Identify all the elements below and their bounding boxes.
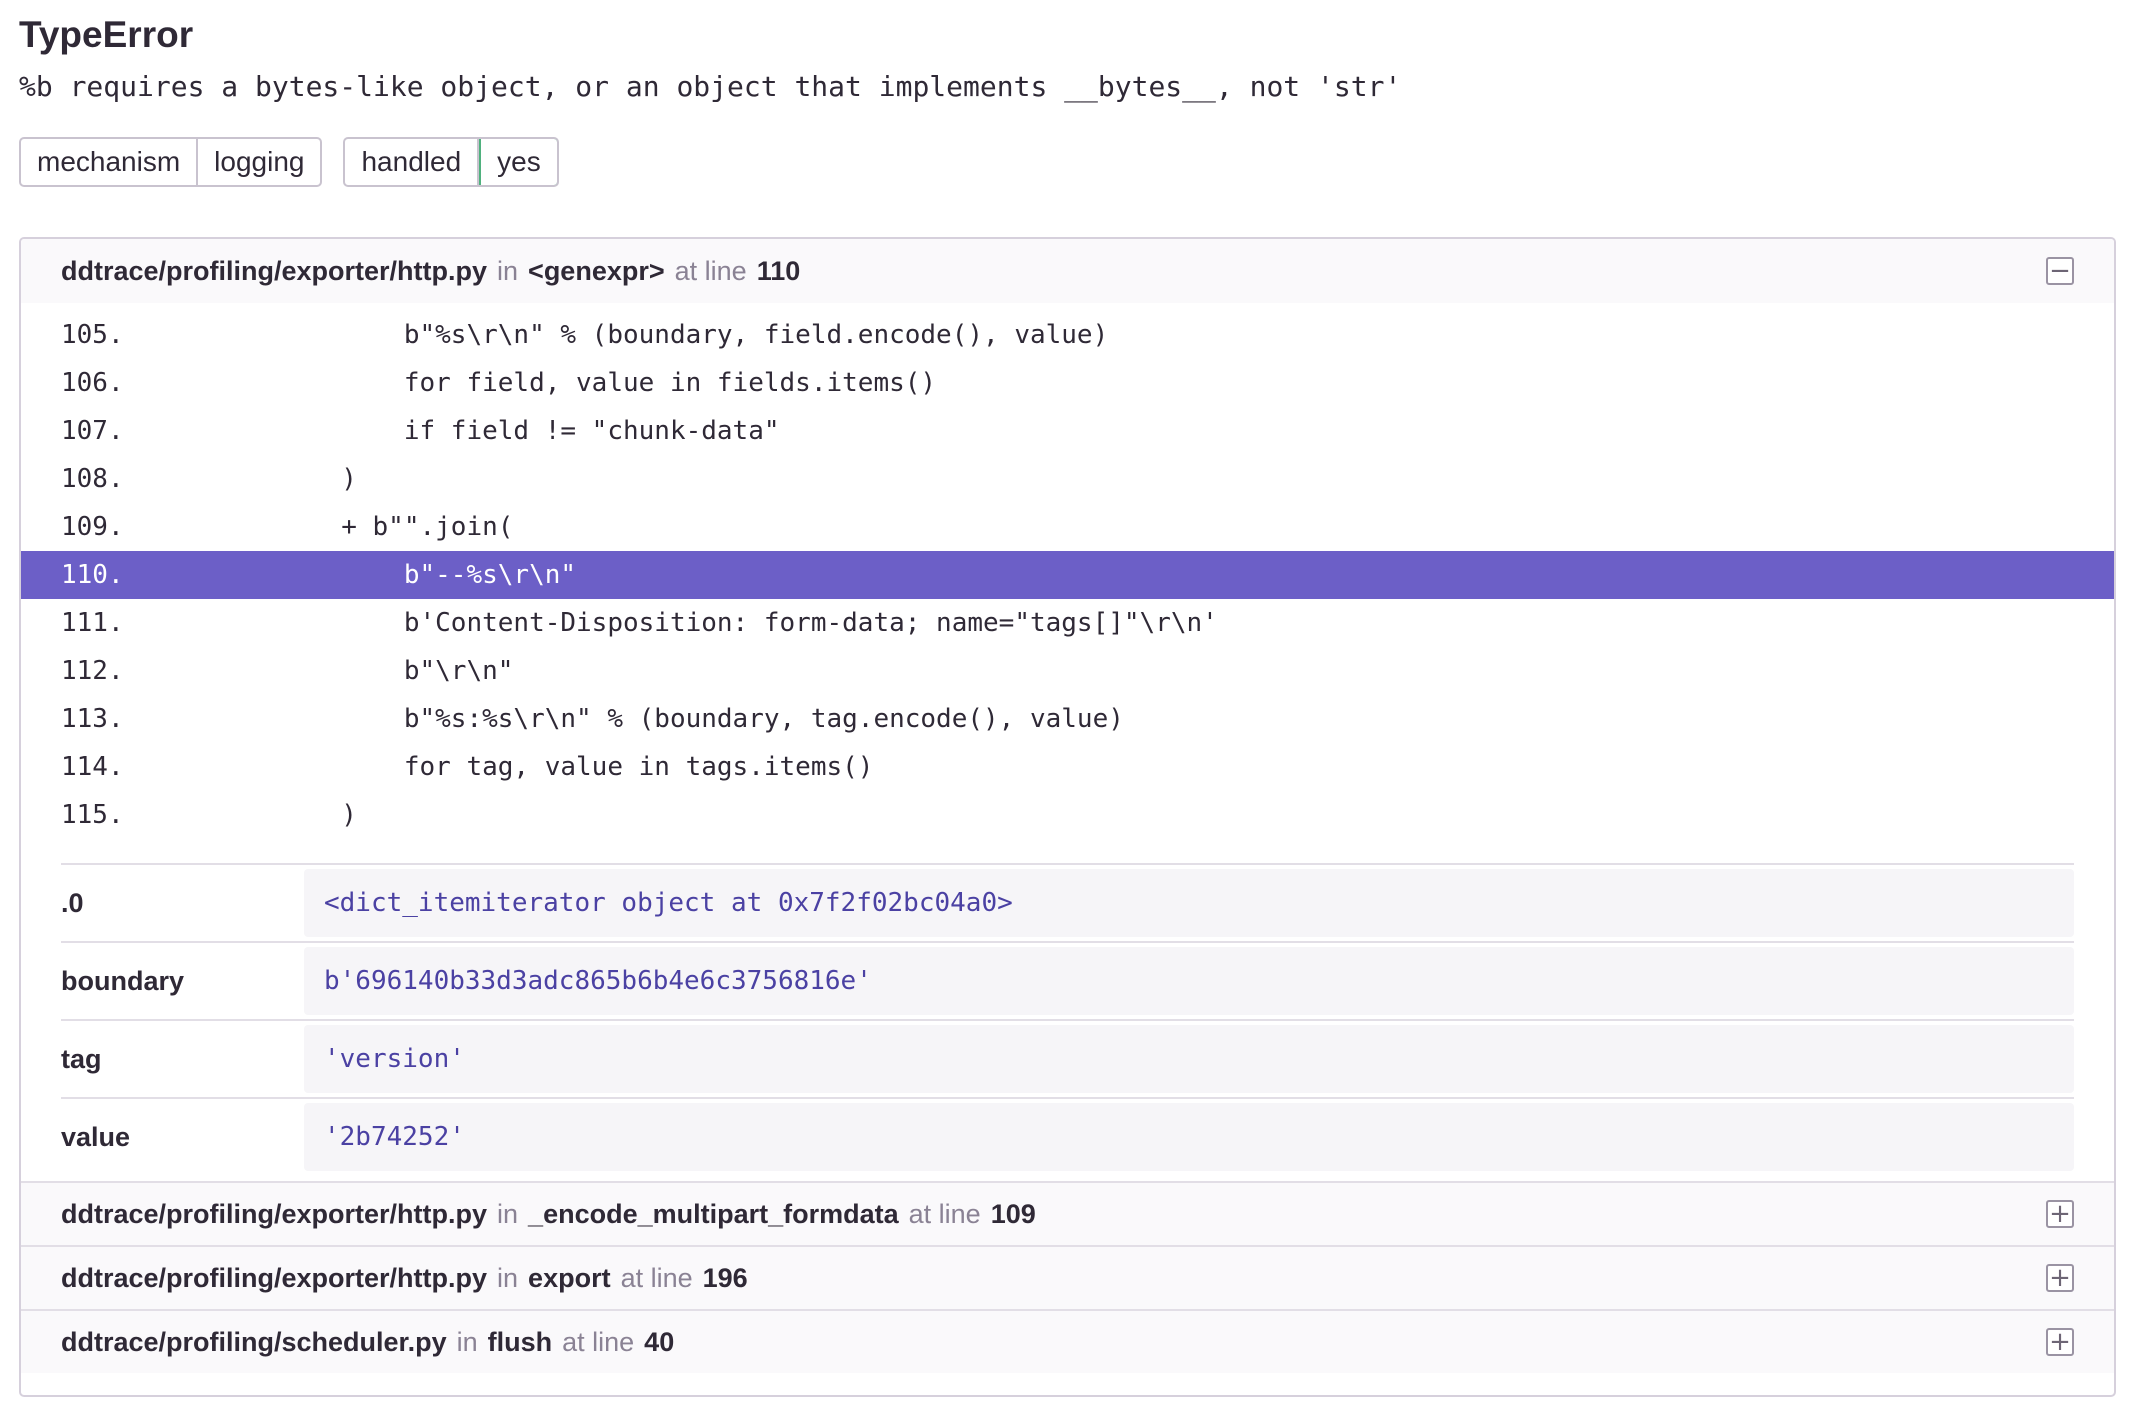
frame-in-label: in (497, 1198, 519, 1229)
variable-value: b'696140b33d3adc865b6b4e6c3756816e' (304, 947, 2074, 1015)
line-number: 110. (61, 560, 124, 590)
frame-at-line-label: at line (908, 1198, 981, 1229)
line-number: 115. (61, 800, 124, 830)
line-source: if field != "chunk-data" (216, 416, 780, 446)
line-number: 106. (61, 368, 124, 398)
line-source: ) (216, 464, 357, 494)
frame-at-line-label: at line (674, 255, 747, 286)
code-line: 113. b"%s:%s\r\n" % (boundary, tag.encod… (21, 695, 2114, 743)
code-context: 105. b"%s\r\n" % (boundary, field.encode… (21, 303, 2114, 839)
collapse-icon[interactable]: − (2046, 257, 2074, 285)
code-line: 105. b"%s\r\n" % (boundary, field.encode… (21, 311, 2114, 359)
code-line: 111. b'Content-Disposition: form-data; n… (21, 599, 2114, 647)
variable-row: tag 'version' (61, 1021, 2074, 1099)
tag-key: handled (345, 139, 480, 185)
frame-line-number: 40 (644, 1326, 675, 1357)
expand-icon[interactable]: + (2046, 1328, 2074, 1356)
line-number: 114. (61, 752, 124, 782)
expand-icon[interactable]: + (2046, 1264, 2074, 1292)
frame-header[interactable]: ddtrace/profiling/exporter/http.py in <g… (21, 239, 2114, 303)
tag-value: yes (479, 139, 557, 185)
frame-filename: ddtrace/profiling/exporter/http.py (61, 1198, 488, 1229)
line-number: 113. (61, 704, 124, 734)
frame-in-label: in (456, 1326, 478, 1357)
frame-line-number: 109 (990, 1198, 1036, 1229)
frame-filename: ddtrace/profiling/scheduler.py (61, 1326, 447, 1357)
code-line: 107. if field != "chunk-data" (21, 407, 2114, 455)
tag-mechanism[interactable]: mechanism logging (19, 137, 323, 187)
frame-filename: ddtrace/profiling/exporter/http.py (61, 255, 488, 286)
variable-row: boundary b'696140b33d3adc865b6b4e6c37568… (61, 943, 2074, 1021)
code-line: 114. for tag, value in tags.items() (21, 743, 2114, 791)
variable-value: 'version' (304, 1025, 2074, 1093)
variable-name: .0 (61, 887, 84, 918)
tag-value: logging (214, 146, 305, 177)
code-line: 115. ) (21, 791, 2114, 839)
tag-handled[interactable]: handled yes (343, 137, 559, 187)
line-source: b"%s:%s\r\n" % (boundary, tag.encode(), … (216, 704, 1124, 734)
line-number: 111. (61, 608, 124, 638)
line-source: for tag, value in tags.items() (216, 752, 874, 782)
frame-function: flush (487, 1326, 553, 1357)
code-line: 106. for field, value in fields.items() (21, 359, 2114, 407)
expand-icon[interactable]: + (2046, 1200, 2074, 1228)
variable-value: '2b74252' (304, 1103, 2074, 1171)
frame-at-line-label: at line (620, 1262, 693, 1293)
frame-line-number: 110 (756, 255, 801, 286)
line-source: for field, value in fields.items() (216, 368, 937, 398)
line-number: 108. (61, 464, 124, 494)
frame-header[interactable]: ddtrace/profiling/scheduler.py in flush … (21, 1309, 2114, 1373)
code-line: 112. b"\r\n" (21, 647, 2114, 695)
frame-filename: ddtrace/profiling/exporter/http.py (61, 1262, 488, 1293)
variable-name: value (61, 1121, 131, 1152)
variable-name: boundary (61, 965, 185, 996)
variable-name: tag (61, 1043, 102, 1074)
code-line: 108. ) (21, 455, 2114, 503)
variable-row: .0 <dict_itemiterator object at 0x7f2f02… (61, 865, 2074, 943)
line-source: ) (216, 800, 357, 830)
variable-value: <dict_itemiterator object at 0x7f2f02bc0… (304, 869, 2074, 937)
frame-header[interactable]: ddtrace/profiling/exporter/http.py in ex… (21, 1245, 2114, 1309)
frame-in-label: in (497, 1262, 519, 1293)
code-line: 109. + b"".join( (21, 503, 2114, 551)
frame-function: _encode_multipart_formdata (528, 1198, 899, 1229)
frame-function: export (528, 1262, 611, 1293)
line-number: 109. (61, 512, 124, 542)
tag-key: mechanism (21, 139, 199, 185)
line-number: 107. (61, 416, 124, 446)
line-number: 112. (61, 656, 124, 686)
line-source: b'Content-Disposition: form-data; name="… (216, 608, 1218, 638)
line-source: b"--%s\r\n" (216, 560, 577, 590)
line-source: b"\r\n" (216, 656, 514, 686)
tag-list: mechanism logging handled yes (19, 137, 559, 187)
frame-at-line-label: at line (562, 1326, 635, 1357)
frame-line-number: 196 (702, 1262, 748, 1293)
variable-row: value '2b74252' (61, 1099, 2074, 1175)
line-source: + b"".join( (216, 512, 514, 542)
code-line-active: 110. b"--%s\r\n" (21, 551, 2114, 599)
exception-message: %b requires a bytes-like object, or an o… (19, 70, 1402, 103)
local-variables: .0 <dict_itemiterator object at 0x7f2f02… (61, 863, 2074, 1181)
frame-header[interactable]: ddtrace/profiling/exporter/http.py in _e… (21, 1181, 2114, 1245)
line-number: 105. (61, 320, 124, 350)
stack-trace: ddtrace/profiling/exporter/http.py in <g… (19, 237, 2116, 1397)
exception-type: TypeError (19, 14, 194, 55)
line-source: b"%s\r\n" % (boundary, field.encode(), v… (216, 320, 1109, 350)
frame-function: <genexpr> (528, 255, 665, 286)
frame-in-label: in (497, 255, 519, 286)
